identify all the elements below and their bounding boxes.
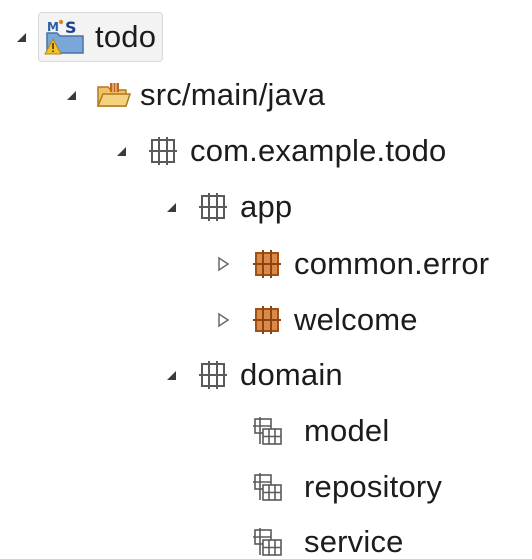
- svg-text:M: M: [47, 20, 59, 34]
- empty-package-icon: [252, 416, 284, 446]
- tree-item-label: model: [304, 413, 390, 448]
- collapsed-twisty-icon[interactable]: [212, 253, 234, 275]
- empty-package-icon: [252, 472, 284, 502]
- tree-item-label: todo: [95, 19, 157, 54]
- svg-text:S: S: [65, 18, 77, 37]
- tree-item-label: welcome: [294, 302, 418, 337]
- tree-item-common-error[interactable]: common.error: [212, 238, 489, 290]
- expanded-twisty-icon[interactable]: [160, 196, 182, 218]
- tree-item-com-example-todo[interactable]: com.example.todo: [110, 125, 447, 177]
- tree-item-welcome[interactable]: welcome: [212, 294, 418, 346]
- tree-item-todo[interactable]: M S todo: [10, 11, 164, 63]
- tree-item-repository[interactable]: repository: [252, 461, 442, 513]
- tree-item-service[interactable]: service: [252, 516, 404, 559]
- empty-package-icon: [252, 527, 284, 557]
- tree-item-label: app: [240, 189, 293, 224]
- package-orange-icon: [252, 249, 282, 279]
- tree-item-app[interactable]: app: [160, 181, 292, 233]
- package-orange-icon: [252, 305, 282, 335]
- collapsed-twisty-icon[interactable]: [212, 309, 234, 331]
- package-explorer-tree: M S todo src/main/java com.example.todo …: [0, 0, 532, 559]
- maven-spring-project-icon: M S: [43, 17, 87, 57]
- tree-item-todo-selection: M S todo: [38, 12, 164, 62]
- package-icon: [148, 136, 178, 166]
- source-folder-icon: [96, 79, 132, 111]
- tree-item-label: service: [304, 524, 404, 559]
- tree-item-label: domain: [240, 357, 343, 392]
- package-icon: [198, 192, 228, 222]
- tree-item-model[interactable]: model: [252, 405, 389, 457]
- tree-item-domain[interactable]: domain: [160, 349, 343, 401]
- tree-item-label: com.example.todo: [190, 133, 447, 168]
- expanded-twisty-icon[interactable]: [160, 364, 182, 386]
- tree-item-label: repository: [304, 469, 443, 504]
- tree-item-src-main-java[interactable]: src/main/java: [60, 69, 325, 121]
- expanded-twisty-icon[interactable]: [60, 84, 82, 106]
- tree-item-label: src/main/java: [140, 77, 326, 112]
- expanded-twisty-icon[interactable]: [110, 140, 132, 162]
- package-icon: [198, 360, 228, 390]
- tree-item-label: common.error: [294, 246, 490, 281]
- expanded-twisty-icon[interactable]: [10, 26, 32, 48]
